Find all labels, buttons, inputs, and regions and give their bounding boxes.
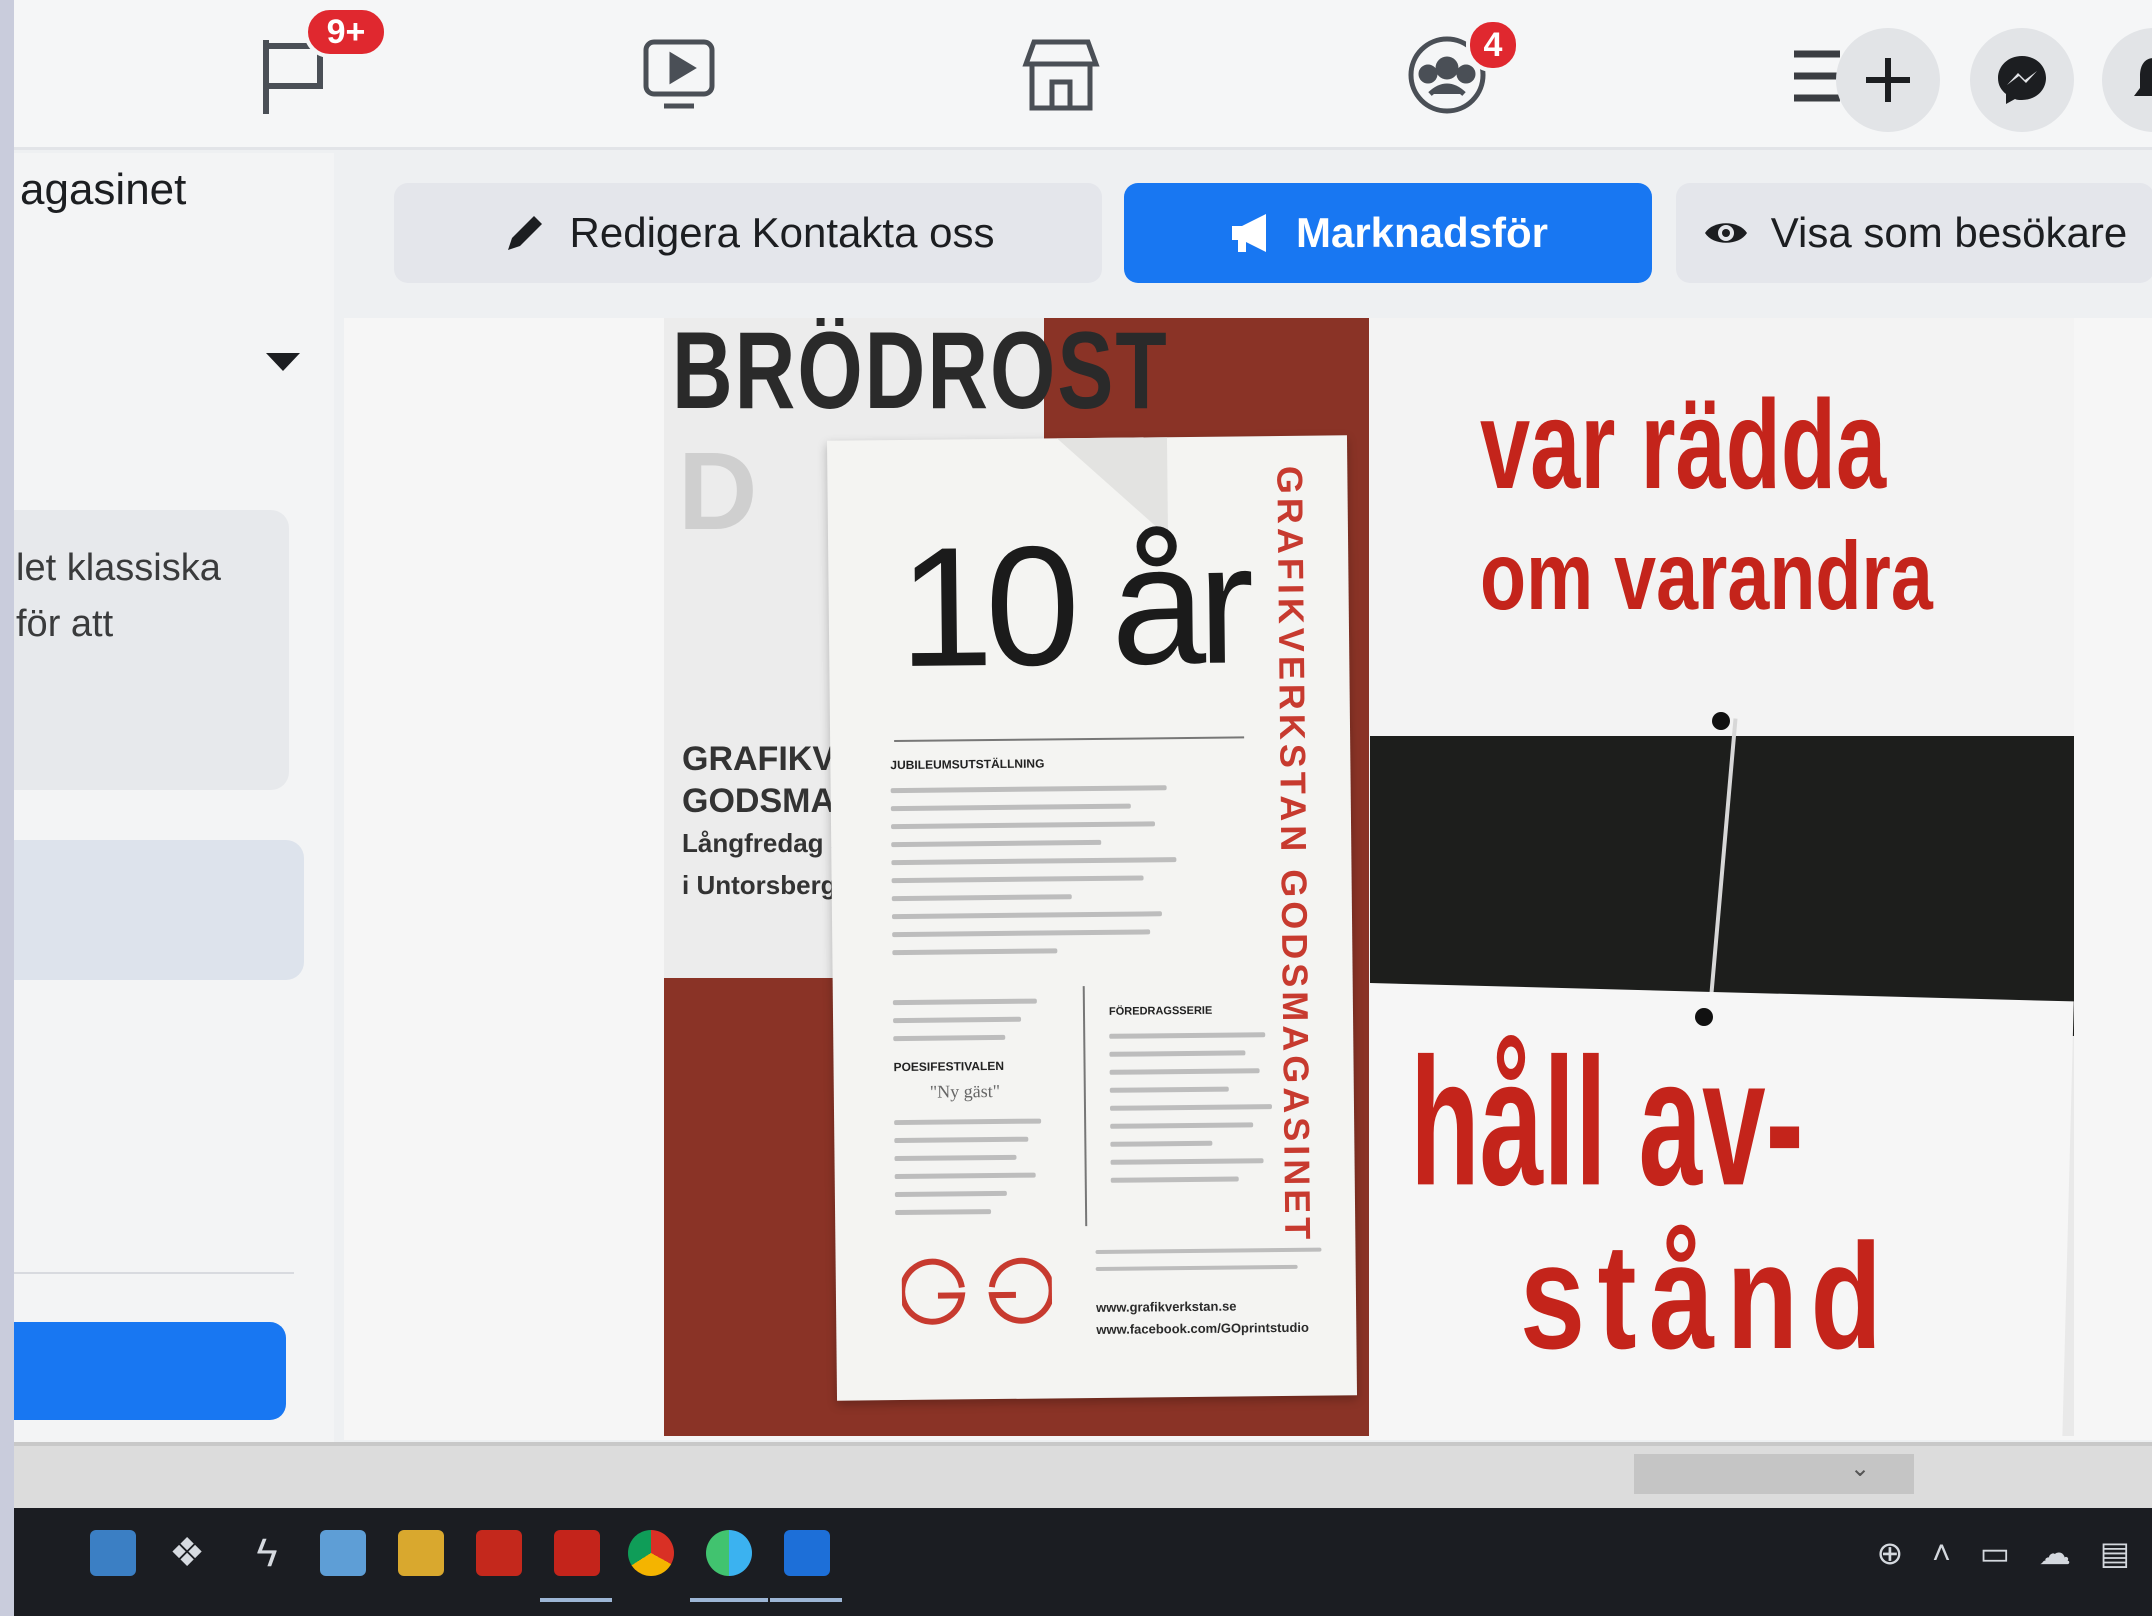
edit-contact-button[interactable]: Redigera Kontakta oss — [394, 183, 1102, 283]
sign-text-line: var rädda — [1480, 374, 1887, 516]
app-window-icon[interactable] — [320, 1530, 366, 1576]
gg-logo-icon — [901, 1257, 1053, 1325]
create-button[interactable] — [1836, 28, 1940, 132]
poster-rule — [894, 736, 1245, 743]
poster-headline: 10 år — [897, 509, 1248, 704]
sign-text-line: håll av- — [1410, 1020, 1804, 1224]
promote-button[interactable]: Marknadsför — [1124, 183, 1652, 283]
sign-text-line: stånd — [1520, 1212, 1895, 1380]
dropbox-icon[interactable]: ❖ — [164, 1530, 210, 1576]
system-tray[interactable]: ⊕ ˄ ▭ ☁ ▤ — [1876, 1534, 2140, 1572]
lightning-icon[interactable]: ϟ — [244, 1530, 290, 1576]
poster-body-text — [892, 998, 1054, 1054]
office-icon[interactable] — [476, 1530, 522, 1576]
horizontal-scrollbar[interactable]: ⌄ — [14, 1442, 2152, 1508]
windows-taskbar: ❖ ϟ ⊕ ˄ ▭ ☁ ▤ — [14, 1508, 2152, 1616]
page-sidebar — [14, 153, 334, 1443]
poster-section-heading: JUBILEUMSUTSTÄLLNING — [890, 756, 1045, 773]
active-app-indicator — [540, 1598, 612, 1602]
old-poster-line: GRAFIKV — [682, 740, 835, 778]
pages-notification-badge: 9+ — [304, 6, 388, 58]
post-photo-area: BRÖDROST D GRAFIKV GODSMA Långfredag 30 … — [344, 318, 2152, 1440]
folder-icon[interactable] — [398, 1530, 444, 1576]
chrome-icon[interactable] — [628, 1530, 674, 1576]
promote-label: Marknadsför — [1295, 209, 1549, 256]
active-app-indicator — [690, 1598, 768, 1602]
mail-icon[interactable] — [90, 1530, 136, 1576]
active-app-indicator — [770, 1598, 842, 1602]
bell-icon — [2134, 58, 2152, 96]
poster-facebook-url: www.facebook.com/GOprintstudio — [1096, 1319, 1309, 1337]
view-as-visitor-button[interactable]: Visa som besökare — [1676, 183, 2152, 283]
photos-icon[interactable] — [784, 1530, 830, 1576]
browser-screen: 9+ 4 agasinet let klassiska för att Redi… — [14, 0, 2152, 1616]
marketplace-icon[interactable] — [1016, 30, 1106, 120]
top-navigation: 9+ 4 — [14, 0, 2152, 150]
page-action-bar: Redigera Kontakta oss Marknadsför Visa s… — [344, 153, 2152, 313]
anniversary-poster: 10 år GRAFIKVERKSTAN GODSMAGASINET JUBIL… — [826, 435, 1358, 1401]
page-description: let klassiska för att — [16, 547, 221, 645]
groups-notification-badge: 4 — [1466, 18, 1520, 72]
page-name[interactable]: agasinet — [20, 165, 186, 215]
notifications-button[interactable] — [2102, 28, 2152, 132]
poster-section-subtitle: "Ny gäst" — [929, 1080, 1001, 1102]
plus-icon — [1866, 58, 1910, 102]
eye-icon — [1704, 223, 1747, 243]
poster-body-text — [1109, 1032, 1281, 1196]
sign-text-line: om varandra — [1480, 523, 1933, 631]
pdf-icon[interactable] — [554, 1530, 600, 1576]
watch-icon[interactable] — [634, 30, 724, 120]
poster-website: www.grafikverkstan.se — [1096, 1298, 1237, 1315]
edge-icon[interactable] — [706, 1530, 752, 1576]
sidebar-input-field[interactable] — [14, 840, 304, 980]
old-poster-title: BRÖDROST — [672, 318, 1169, 432]
messenger-icon — [1998, 56, 2046, 104]
poster-section-heading: POESIFESTIVALEN — [893, 1058, 1005, 1075]
sidebar-divider — [14, 1272, 294, 1274]
old-poster-line: i Untorsberg — [682, 870, 837, 900]
messenger-button[interactable] — [1970, 28, 2074, 132]
old-poster-line: GODSMA — [682, 782, 835, 820]
poster-column-divider — [1082, 986, 1088, 1227]
photo-poster-wall[interactable]: BRÖDROST D GRAFIKV GODSMA Långfredag 30 … — [664, 318, 1369, 1436]
view-as-visitor-label: Visa som besökare — [1770, 209, 2128, 256]
sidebar-primary-button[interactable] — [14, 1322, 286, 1420]
megaphone-icon — [1231, 214, 1266, 252]
poster-section-heading: FÖREDRAGSSERIE — [1108, 1004, 1213, 1018]
sign-hanger-dot — [1712, 712, 1730, 730]
scrollbar-thumb[interactable] — [1634, 1454, 1914, 1494]
poster-body-text — [894, 1118, 1055, 1228]
edit-contact-label: Redigera Kontakta oss — [569, 209, 995, 256]
poster-body-text — [1095, 1247, 1335, 1284]
scroll-down-arrow-icon[interactable]: ⌄ — [1850, 1454, 1870, 1483]
photo-distance-sign[interactable]: var rädda om varandra håll av- stånd — [1370, 318, 2074, 1436]
poster-body-text — [890, 785, 1193, 968]
chevron-down-icon[interactable] — [266, 353, 300, 371]
pencil-icon — [507, 216, 542, 250]
old-poster-letter: D — [678, 430, 758, 553]
